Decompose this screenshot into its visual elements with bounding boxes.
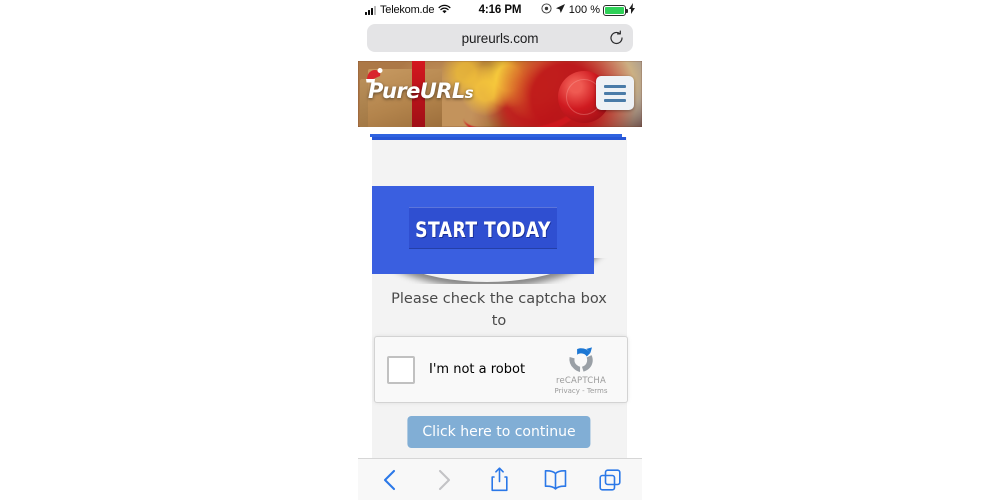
content-card: START TODAY Please check the captcha box…: [370, 134, 628, 459]
forward-button[interactable]: [428, 465, 462, 495]
santa-hat-icon: [366, 68, 383, 83]
site-logo[interactable]: PureURLs: [366, 68, 474, 103]
back-button[interactable]: [373, 465, 407, 495]
captcha-instruction-line-1: Please check the captcha box to: [391, 291, 607, 329]
recaptcha-checkbox-label[interactable]: I'm not a robot: [429, 362, 525, 377]
wifi-icon: [438, 4, 451, 17]
promo-banner[interactable]: START TODAY: [372, 186, 594, 274]
browser-url-bar-container: pureurls.com: [358, 20, 642, 61]
share-button[interactable]: [483, 465, 517, 495]
lightning-bolt-icon: [629, 3, 635, 17]
reload-icon[interactable]: [609, 30, 624, 46]
battery-percent-label: 100 %: [568, 4, 600, 16]
recaptcha-checkbox[interactable]: [387, 355, 415, 384]
continue-button[interactable]: Click here to continue: [407, 416, 591, 448]
browser-bottom-toolbar: [358, 458, 642, 500]
site-logo-suffix: s: [464, 84, 474, 102]
page-content: START TODAY Please check the captcha box…: [358, 127, 642, 459]
tabs-button[interactable]: [593, 465, 627, 495]
cellular-signal-icon: [365, 5, 376, 15]
recaptcha-branding: reCAPTCHA Privacy - Terms: [545, 345, 617, 395]
site-header-banner: PureURLs: [358, 61, 642, 127]
bookmarks-button[interactable]: [538, 465, 572, 495]
location-arrow-icon: [555, 3, 566, 17]
phone-screenshot: Telekom.de 4:16 PM 100 % pureurls.com Pu…: [358, 0, 642, 500]
status-bar-right: 100 %: [541, 3, 635, 17]
battery-icon: [603, 4, 628, 16]
recaptcha-logo-icon: [569, 346, 593, 372]
status-bar-left: Telekom.de: [365, 4, 451, 17]
carrier-label: Telekom.de: [380, 4, 435, 16]
do-not-disturb-icon: [541, 3, 552, 17]
status-bar: Telekom.de 4:16 PM 100 %: [358, 0, 642, 20]
hamburger-menu-icon[interactable]: [596, 76, 634, 110]
url-bar[interactable]: pureurls.com: [367, 24, 633, 52]
recaptcha-legal-links[interactable]: Privacy - Terms: [545, 387, 617, 395]
recaptcha-widget[interactable]: I'm not a robot reCAPTCHA Privacy - Term…: [374, 336, 628, 403]
recaptcha-brand-name: reCAPTCHA: [555, 375, 607, 386]
promo-banner-label: START TODAY: [415, 218, 551, 242]
url-text[interactable]: pureurls.com: [462, 31, 539, 46]
